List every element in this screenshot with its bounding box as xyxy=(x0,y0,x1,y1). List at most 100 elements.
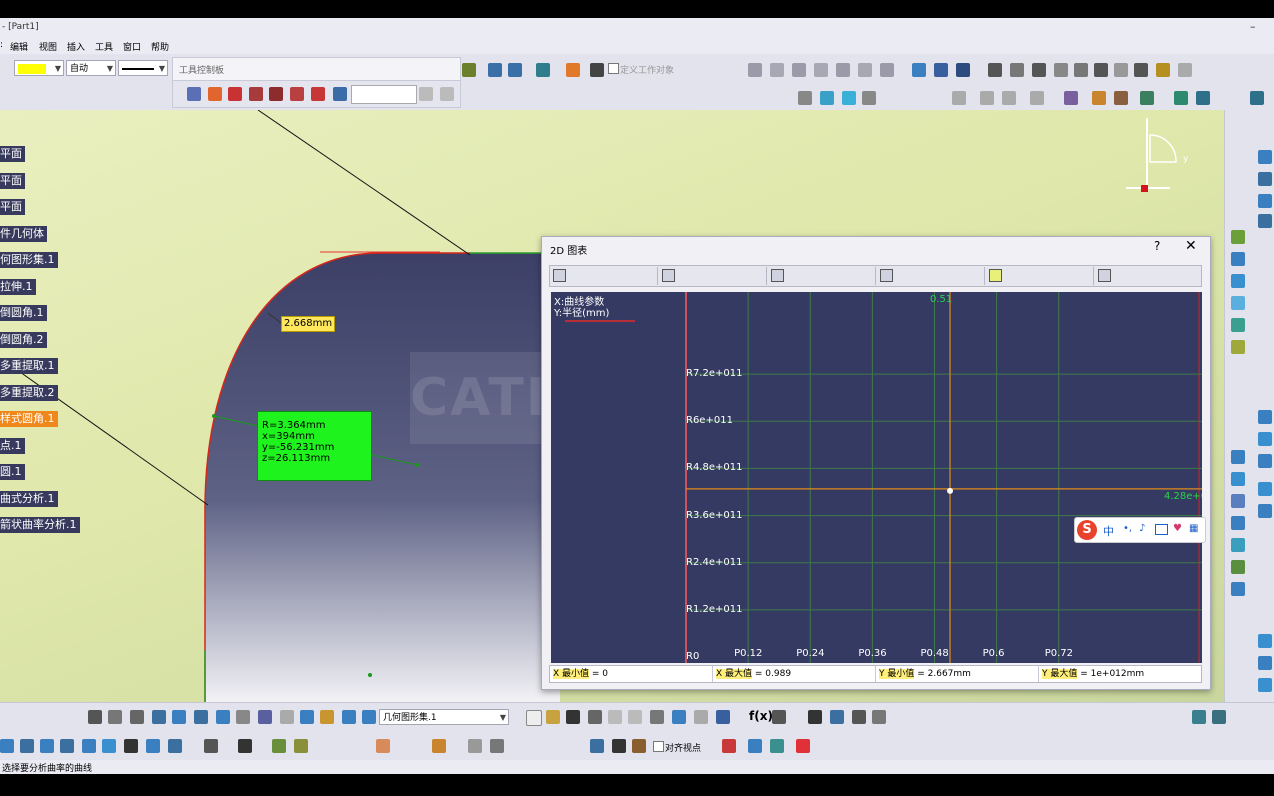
toolbar-icon[interactable] xyxy=(1250,91,1264,105)
toolbar-icon[interactable] xyxy=(1064,91,1078,105)
help-icon[interactable] xyxy=(716,710,730,724)
toolbar-icon[interactable] xyxy=(1094,63,1108,77)
menu-tools[interactable]: 工具 xyxy=(95,40,113,53)
tool-icon[interactable] xyxy=(419,87,433,101)
toolbar-icon[interactable] xyxy=(1231,230,1245,244)
toolbar-icon[interactable] xyxy=(748,63,762,77)
toolbar-icon[interactable] xyxy=(1258,634,1272,648)
tool-icon[interactable] xyxy=(228,87,242,101)
toolbar-icon[interactable] xyxy=(956,63,970,77)
tree-item[interactable]: 平面 xyxy=(0,146,25,162)
toolbar-icon[interactable] xyxy=(462,63,476,77)
toolbar-icon[interactable] xyxy=(590,739,604,753)
toolbar-icon[interactable] xyxy=(1134,63,1148,77)
toolbar-icon[interactable] xyxy=(1258,410,1272,424)
toolbar-icon[interactable] xyxy=(1231,582,1245,596)
compass[interactable] xyxy=(1126,118,1177,192)
toolbar-icon[interactable] xyxy=(872,710,886,724)
toolbar-icon[interactable] xyxy=(880,63,894,77)
save-icon[interactable] xyxy=(566,710,580,724)
skin-icon[interactable]: ♥ xyxy=(1173,523,1182,534)
toolbar-icon[interactable] xyxy=(468,739,482,753)
selection-icon[interactable] xyxy=(187,87,201,101)
tree-item[interactable]: 箭状曲率分析.1 xyxy=(0,517,80,533)
rotate-icon[interactable] xyxy=(88,710,102,724)
toolbar-icon[interactable] xyxy=(830,710,844,724)
toolbar-icon[interactable] xyxy=(272,739,286,753)
undo-icon[interactable] xyxy=(672,710,686,724)
toolbar-icon[interactable] xyxy=(536,63,550,77)
toolbar-icon[interactable] xyxy=(130,710,144,724)
toolbar-icon[interactable] xyxy=(814,63,828,77)
toolbar-icon[interactable] xyxy=(1231,318,1245,332)
zoom-out-icon[interactable] xyxy=(60,739,74,753)
toolbar-icon[interactable] xyxy=(770,739,784,753)
toolbar-icon[interactable] xyxy=(216,710,230,724)
toolbar-icon[interactable] xyxy=(1054,63,1068,77)
toolbar-icon[interactable] xyxy=(194,710,208,724)
chart-tool-button[interactable] xyxy=(768,267,876,285)
toolbar-icon[interactable] xyxy=(820,91,834,105)
toolbar-icon[interactable] xyxy=(1258,172,1272,186)
tree-item[interactable]: 倒圆角.1 xyxy=(0,305,47,321)
tree-item[interactable]: 平面 xyxy=(0,173,25,189)
camera-icon[interactable] xyxy=(238,739,252,753)
toolbar-icon[interactable] xyxy=(236,710,250,724)
tree-item[interactable]: 曲式分析.1 xyxy=(0,491,58,507)
toolbar-icon[interactable] xyxy=(1192,710,1206,724)
chart-plot-area[interactable]: X:曲线参数 Y:半径(mm) P0.12 P0.24 P0.36 P0.48 P0.6… xyxy=(551,292,1202,663)
toolbar-icon[interactable] xyxy=(108,710,122,724)
toolbar-icon[interactable] xyxy=(842,91,856,105)
toolbar-icon[interactable] xyxy=(1231,516,1245,530)
toolbar-icon[interactable] xyxy=(1231,450,1245,464)
toolbar-icon[interactable] xyxy=(1231,340,1245,354)
tool-icon[interactable] xyxy=(290,87,304,101)
toolbar-icon[interactable] xyxy=(1196,91,1210,105)
value-input[interactable] xyxy=(351,85,417,104)
tree-item[interactable]: 多重提取.2 xyxy=(0,385,58,401)
toolbar-icon[interactable] xyxy=(1156,63,1170,77)
toolbar-icon[interactable] xyxy=(952,91,966,105)
new-file-icon[interactable] xyxy=(526,710,542,726)
toolbar-icon[interactable] xyxy=(858,63,872,77)
toolbar-icon[interactable] xyxy=(1074,63,1088,77)
tree-item[interactable]: 拉伸.1 xyxy=(0,279,36,295)
toolbar-icon[interactable] xyxy=(772,710,786,724)
toolbar-icon[interactable] xyxy=(1258,678,1272,692)
menu-edit[interactable]: 编辑 xyxy=(10,40,28,53)
radius-info-box[interactable]: R=3.364mm x=394mm y=-56.231mm z=26.113mm xyxy=(257,411,372,481)
toolbar-icon[interactable] xyxy=(146,739,160,753)
toolbar-icon[interactable] xyxy=(770,63,784,77)
toolbar-icon[interactable] xyxy=(488,63,502,77)
copy-icon[interactable] xyxy=(628,710,642,724)
paste-icon[interactable] xyxy=(650,710,664,724)
toolbar-icon[interactable] xyxy=(722,739,736,753)
chart-tool-button[interactable] xyxy=(877,267,985,285)
ime-toolbar[interactable]: S 中 •, ♪ ♥ ▦ xyxy=(1074,517,1206,543)
formula-icon[interactable]: f(x) xyxy=(749,709,773,723)
toolbar-icon[interactable] xyxy=(342,710,356,724)
toolbar-icon[interactable] xyxy=(798,91,812,105)
toolbar-icon[interactable] xyxy=(632,739,646,753)
toolbar-icon[interactable] xyxy=(836,63,850,77)
toolbar-icon[interactable] xyxy=(432,739,446,753)
toolbar-icon[interactable] xyxy=(300,710,314,724)
tree-item[interactable]: 多重提取.1 xyxy=(0,358,58,374)
tree-item-selected[interactable]: 样式圆角.1 xyxy=(0,411,58,427)
define-work-object-checkbox[interactable] xyxy=(608,63,619,74)
toolbar-icon[interactable] xyxy=(320,710,334,724)
toolbar-icon[interactable] xyxy=(1032,63,1046,77)
close-button[interactable]: ✕ xyxy=(1185,238,1197,254)
toolbar-icon[interactable] xyxy=(1231,560,1245,574)
toolbar-icon[interactable] xyxy=(1231,494,1245,508)
tree-item[interactable]: 圆.1 xyxy=(0,464,25,480)
toolbar-icon[interactable] xyxy=(1231,538,1245,552)
toolbar-icon[interactable] xyxy=(258,710,272,724)
cut-icon[interactable] xyxy=(608,710,622,724)
toolbar-icon[interactable] xyxy=(1114,91,1128,105)
geometry-set-combo[interactable]: 几何图形集.1 ▼ xyxy=(379,709,509,725)
toolbar-icon[interactable] xyxy=(1174,91,1188,105)
toolbar-icon[interactable] xyxy=(988,63,1002,77)
toolbar-icon[interactable] xyxy=(376,739,390,753)
tool-icon[interactable] xyxy=(333,87,347,101)
